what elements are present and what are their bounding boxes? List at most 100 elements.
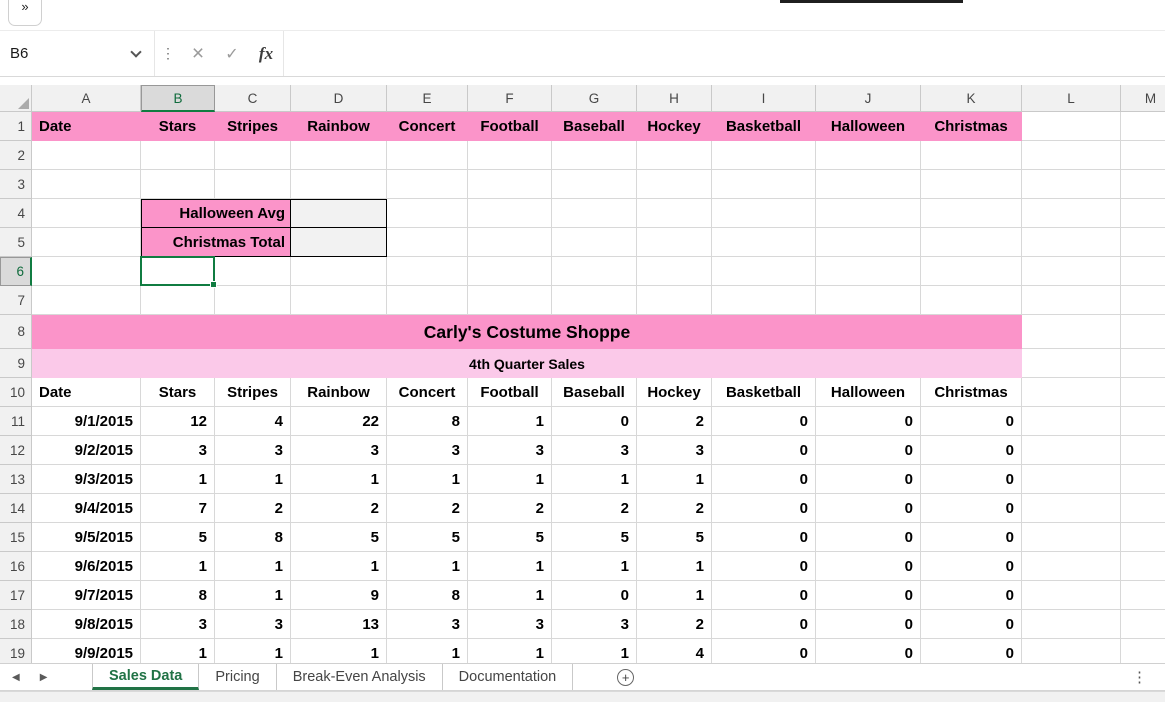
sheet-tab-documentation[interactable]: Documentation [443,664,574,690]
cell-E11[interactable]: 8 [387,407,468,436]
column-header-H[interactable]: H [637,85,712,112]
cell-E17[interactable]: 8 [387,581,468,610]
cell-F12[interactable]: 3 [468,436,552,465]
row-header-17[interactable]: 17 [0,581,32,610]
cell-J16[interactable]: 0 [816,552,921,581]
sheet-tab-sales-data[interactable]: Sales Data [92,664,200,690]
cell-E14[interactable]: 2 [387,494,468,523]
sheet-tab-break-even-analysis[interactable]: Break-Even Analysis [277,664,443,690]
cell-G15[interactable]: 5 [552,523,637,552]
sheet-title-cell[interactable]: Carly's Costume Shoppe [32,315,1022,349]
cell-D12[interactable]: 3 [291,436,387,465]
cell-C7[interactable] [215,286,291,315]
cell-D16[interactable]: 1 [291,552,387,581]
cell-J7[interactable] [816,286,921,315]
cell-L5[interactable] [1022,228,1121,257]
cell-D18[interactable]: 13 [291,610,387,639]
row-header-12[interactable]: 12 [0,436,32,465]
cell-G11[interactable]: 0 [552,407,637,436]
select-all-corner[interactable] [0,85,32,112]
row-header-16[interactable]: 16 [0,552,32,581]
column-header-G[interactable]: G [552,85,637,112]
cell-L10[interactable] [1022,378,1121,407]
cell-D3[interactable] [291,170,387,199]
cell-J5[interactable] [816,228,921,257]
cell-F6[interactable] [468,257,552,286]
cell-B17[interactable]: 8 [141,581,215,610]
column-header-K[interactable]: K [921,85,1022,112]
column-header-F[interactable]: F [468,85,552,112]
cell-A11[interactable]: 9/1/2015 [32,407,141,436]
cell-G17[interactable]: 0 [552,581,637,610]
row-header-10[interactable]: 10 [0,378,32,407]
cell-G13[interactable]: 1 [552,465,637,494]
cell-M2[interactable] [1121,141,1165,170]
cell-L4[interactable] [1022,199,1121,228]
cell-L2[interactable] [1022,141,1121,170]
column-header-L[interactable]: L [1022,85,1121,112]
cell-J19[interactable]: 0 [816,639,921,663]
cell-I2[interactable] [712,141,816,170]
cell-F7[interactable] [468,286,552,315]
cell-F19[interactable]: 1 [468,639,552,663]
cell-F17[interactable]: 1 [468,581,552,610]
cell-D13[interactable]: 1 [291,465,387,494]
cell-J13[interactable]: 0 [816,465,921,494]
cell-D15[interactable]: 5 [291,523,387,552]
cell-I12[interactable]: 0 [712,436,816,465]
name-box-chevron-icon[interactable] [130,45,142,58]
row-header-1[interactable]: 1 [0,112,32,141]
cell-A17[interactable]: 9/7/2015 [32,581,141,610]
cell-H15[interactable]: 5 [637,523,712,552]
cell-H18[interactable]: 2 [637,610,712,639]
cell-G5[interactable] [552,228,637,257]
cell-I3[interactable] [712,170,816,199]
cell-F14[interactable]: 2 [468,494,552,523]
cell-L3[interactable] [1022,170,1121,199]
summary-value-halloween-avg[interactable] [291,199,387,228]
cell-K4[interactable] [921,199,1022,228]
cell-J18[interactable]: 0 [816,610,921,639]
cell-H6[interactable] [637,257,712,286]
cell-A6[interactable] [32,257,141,286]
cell-G3[interactable] [552,170,637,199]
cell-F2[interactable] [468,141,552,170]
cell-B11[interactable]: 12 [141,407,215,436]
cell-J17[interactable]: 0 [816,581,921,610]
cell-A19[interactable]: 9/9/2015 [32,639,141,663]
cell-C13[interactable]: 1 [215,465,291,494]
cell-M7[interactable] [1121,286,1165,315]
cell-J1[interactable]: Halloween [816,112,921,141]
cell-J2[interactable] [816,141,921,170]
name-box[interactable]: B6 [0,31,155,76]
cell-G12[interactable]: 3 [552,436,637,465]
cell-C16[interactable]: 1 [215,552,291,581]
column-header-E[interactable]: E [387,85,468,112]
cell-G16[interactable]: 1 [552,552,637,581]
cell-B7[interactable] [141,286,215,315]
cell-K18[interactable]: 0 [921,610,1022,639]
cell-L12[interactable] [1022,436,1121,465]
cell-B1[interactable]: Stars [141,112,215,141]
cell-M11[interactable] [1121,407,1165,436]
cell-M8[interactable] [1121,315,1165,349]
cell-M5[interactable] [1121,228,1165,257]
cell-I13[interactable]: 0 [712,465,816,494]
cell-F16[interactable]: 1 [468,552,552,581]
cancel-button[interactable]: × [181,31,215,76]
cell-H14[interactable]: 2 [637,494,712,523]
cell-I6[interactable] [712,257,816,286]
summary-value-christmas-total[interactable] [291,228,387,257]
cell-B16[interactable]: 1 [141,552,215,581]
cell-K11[interactable]: 0 [921,407,1022,436]
cell-B15[interactable]: 5 [141,523,215,552]
cell-C6[interactable] [215,257,291,286]
cell-J4[interactable] [816,199,921,228]
cell-L6[interactable] [1022,257,1121,286]
cell-K12[interactable]: 0 [921,436,1022,465]
cell-C3[interactable] [215,170,291,199]
cell-M15[interactable] [1121,523,1165,552]
cell-B18[interactable]: 3 [141,610,215,639]
cell-C19[interactable]: 1 [215,639,291,663]
cell-I15[interactable]: 0 [712,523,816,552]
